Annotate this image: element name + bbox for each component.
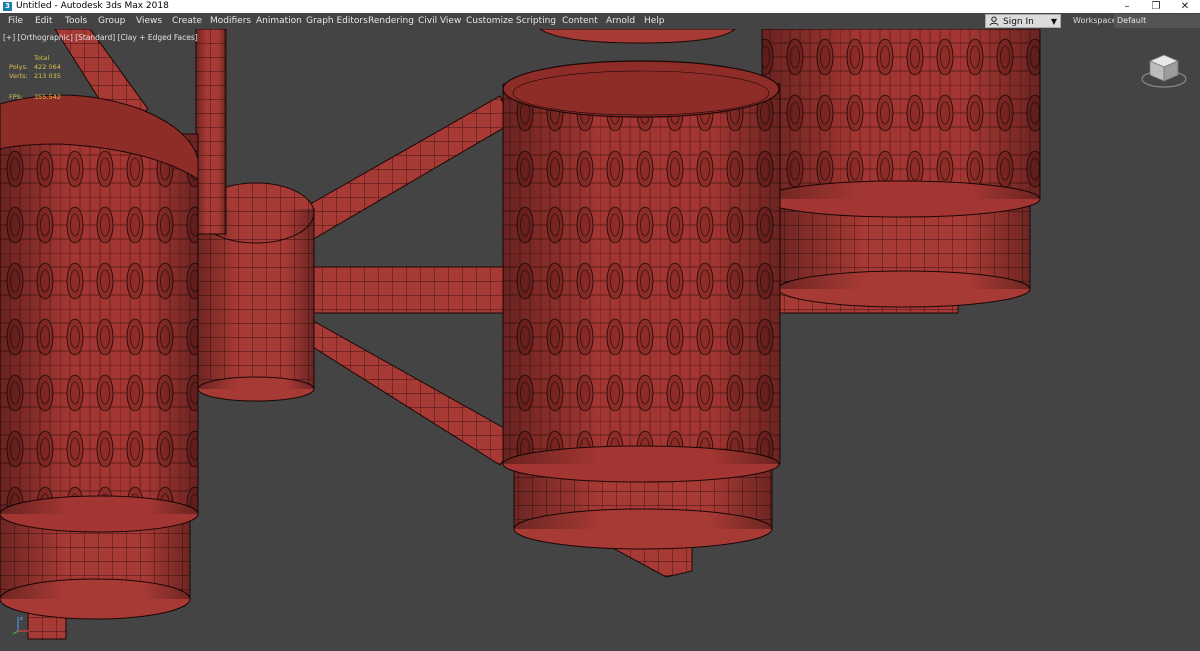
menu-graph-editors[interactable]: Graph Editors [306,13,368,29]
stats-polys-value: 422 064 [34,63,61,71]
menu-edit[interactable]: Edit [35,13,52,29]
sign-in-label: Sign In [1003,17,1034,27]
menu-rendering[interactable]: Rendering [368,13,414,29]
menu-create[interactable]: Create [172,13,202,29]
stats-fps-label: FPS: [9,93,23,101]
svg-text:z: z [20,616,23,622]
lamp-right-back [761,29,1041,308]
menu-modifiers[interactable]: Modifiers [210,13,251,29]
sign-in-dropdown[interactable]: Sign In ▼ [985,14,1061,28]
stats-verts-label: Verts: [9,72,28,80]
viewcube-icon[interactable] [1140,49,1188,91]
viewport[interactable]: [+] [Orthographic] [Standard] [Clay + Ed… [0,29,1200,651]
menu-bar: File Edit Tools Group Views Create Modif… [0,13,1200,29]
menu-tools[interactable]: Tools [65,13,87,29]
lamp-center [502,60,781,550]
scene-render [0,29,1041,640]
stats-total-label: Total [34,54,50,62]
menu-help[interactable]: Help [644,13,665,29]
viewport-label[interactable]: [+] [Orthographic] [Standard] [Clay + Ed… [3,33,198,42]
menu-customize[interactable]: Customize [466,13,513,29]
stats-fps-value: 355.542 [34,93,61,101]
restore-button[interactable]: ❐ [1142,0,1170,13]
lamp-top-partial [539,29,736,44]
close-button[interactable]: ✕ [1171,0,1199,13]
stats-polys-label: Polys: [9,63,28,71]
menu-civil-view[interactable]: Civil View [418,13,461,29]
workspaces-select[interactable]: Default [1114,14,1200,28]
chevron-down-icon: ▼ [1050,17,1057,26]
window-title: Untitled - Autodesk 3ds Max 2018 [16,1,169,11]
menu-arnold[interactable]: Arnold [606,13,635,29]
arm-upper-right [297,95,513,242]
minimize-button[interactable]: – [1113,0,1141,13]
stats-verts-value: 213 035 [34,72,61,80]
central-hub [195,29,315,402]
menu-animation[interactable]: Animation [256,13,302,29]
menu-scripting[interactable]: Scripting [516,13,556,29]
menu-content[interactable]: Content [562,13,598,29]
menu-group[interactable]: Group [98,13,125,29]
menu-views[interactable]: Views [136,13,162,29]
axis-tripod-icon: z [12,616,29,635]
lamp-left [0,94,199,620]
app-icon: 3 [3,2,12,11]
user-icon [989,16,999,26]
menu-file[interactable]: File [8,13,23,29]
title-bar: 3 Untitled - Autodesk 3ds Max 2018 – ❐ ✕ [0,0,1200,13]
